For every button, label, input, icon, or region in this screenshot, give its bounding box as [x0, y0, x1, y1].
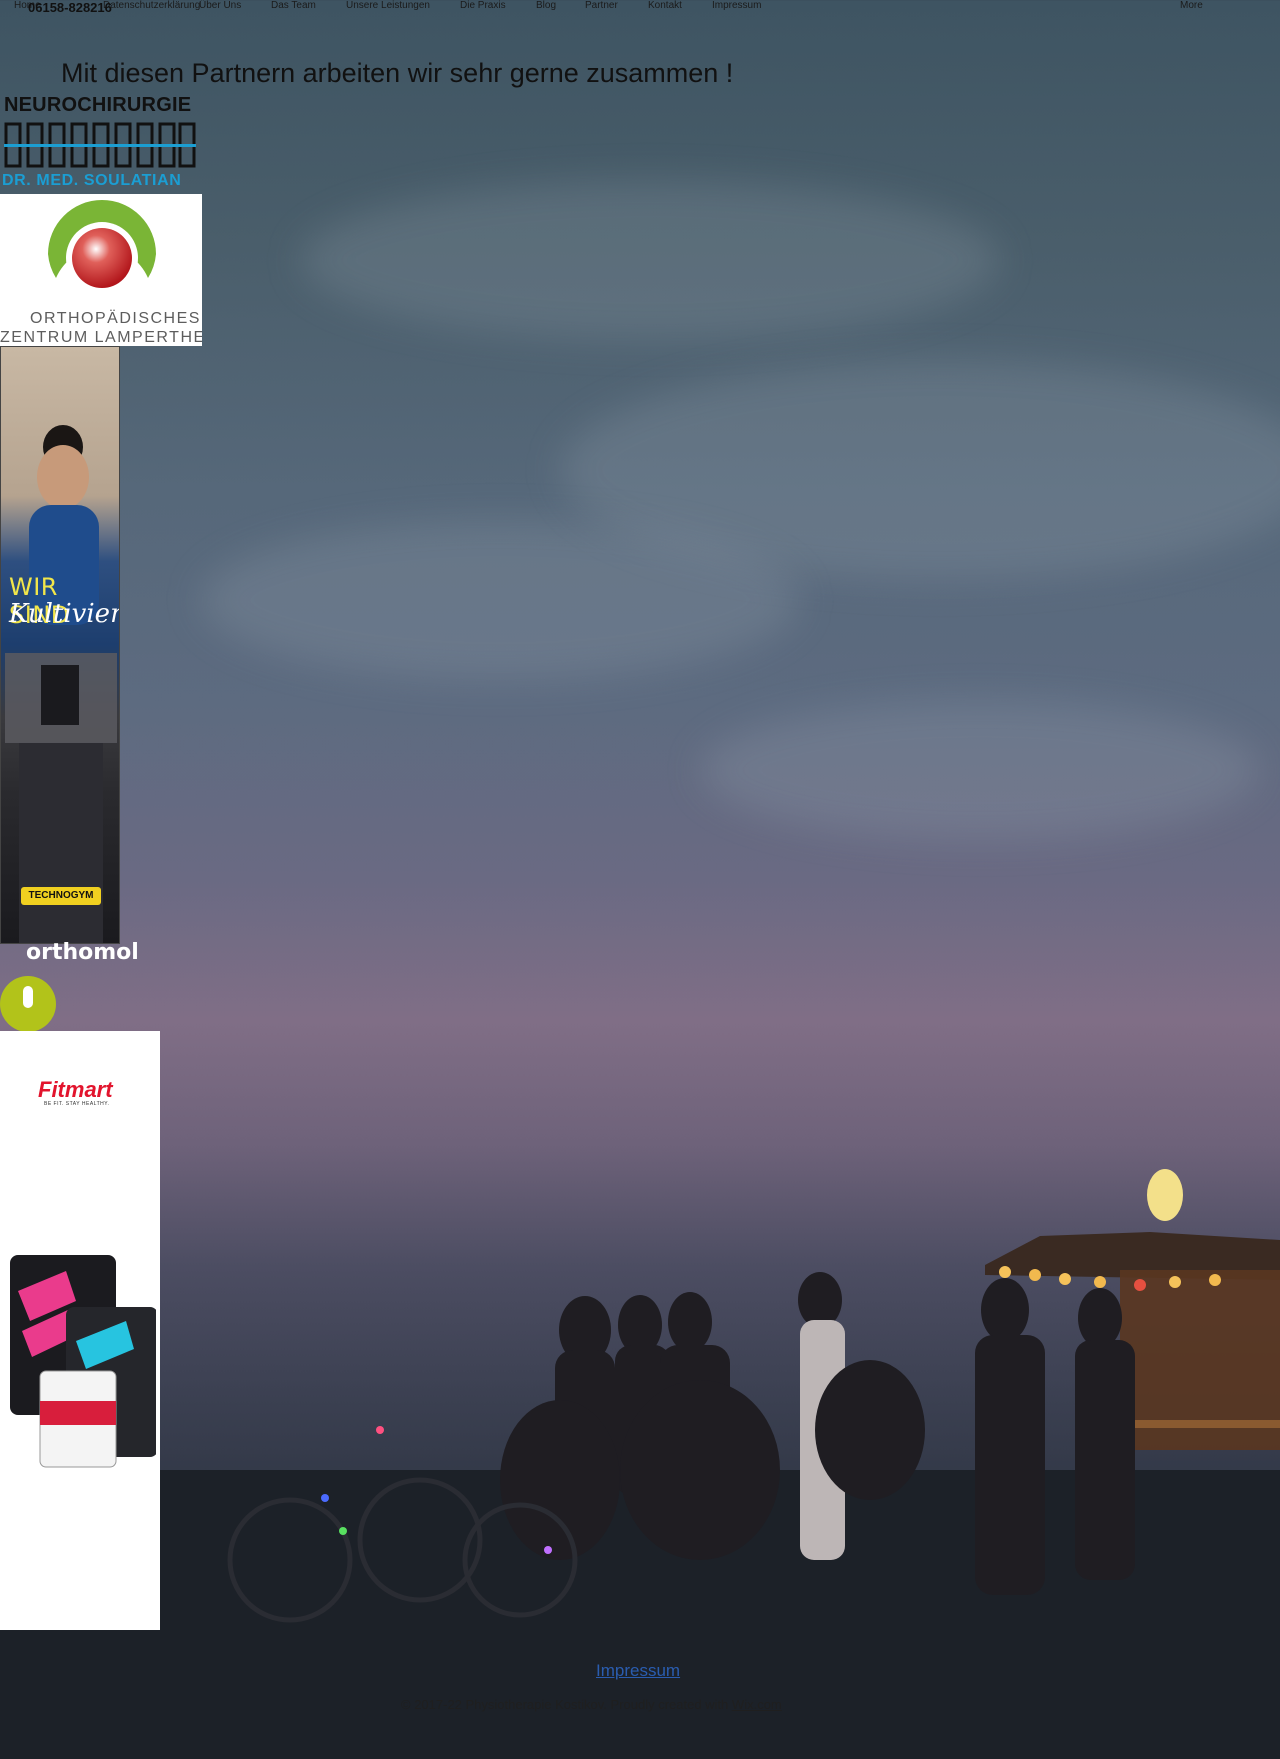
ortho-emblem-icon	[48, 200, 156, 294]
nav-item-ueber-uns[interactable]: Über Uns	[199, 0, 241, 11]
fitmart-products-image	[10, 1255, 156, 1468]
background-cloud	[700, 700, 1260, 840]
phone-number: 06158-828216	[28, 0, 112, 15]
footer-impressum-link[interactable]: Impressum	[596, 1661, 680, 1681]
fitmart-slogan: BE FIT. STAY HEALTHY.	[44, 1101, 110, 1107]
partner-logo-orthopaedisches-zentrum[interactable]: ORTHOPÄDISCHES ZENTRUM LAMPERTHEIM	[0, 194, 202, 346]
partner-logo-neurochirurgie[interactable]: NEUROCHIRURGIE DR. MED. SOULATIAN	[0, 92, 200, 194]
wix-link[interactable]: Wix.com	[732, 1697, 782, 1712]
neuro-bars-graphic	[4, 122, 196, 168]
ortho-line-1: ORTHOPÄDISCHES	[30, 310, 201, 327]
top-navigation: Home Datenschutzerklärung Über Uns Das T…	[0, 0, 1280, 14]
nav-item-datenschutz[interactable]: Datenschutzerklärung	[103, 0, 200, 11]
nav-item-impressum[interactable]: Impressum	[712, 0, 761, 11]
technogym-logo: TECHNOGYM	[21, 887, 101, 905]
copyright-text: © 2017-22 Physiotherapie Kostikov. Proud…	[401, 1697, 729, 1712]
partner-banner-fitmart[interactable]: Fitmart BE FIT. STAY HEALTHY.	[0, 1031, 160, 1630]
nav-item-die-praxis[interactable]: Die Praxis	[460, 0, 506, 11]
technogym-photo	[5, 425, 117, 943]
orthomol-icon	[0, 976, 56, 1032]
background-cloud	[200, 520, 800, 680]
nav-item-blog[interactable]: Blog	[536, 0, 556, 11]
nav-item-more[interactable]: More	[1180, 0, 1203, 11]
nav-item-partner[interactable]: Partner	[585, 0, 618, 11]
nav-item-das-team[interactable]: Das Team	[271, 0, 316, 11]
partner-banner-technogym[interactable]: WIR SIND Kultiviert TECHNOGYM	[0, 346, 120, 944]
neuro-doctor-name: DR. MED. SOULATIAN	[2, 172, 182, 189]
page-title: Mit diesen Partnern arbeiten wir sehr ge…	[61, 58, 734, 88]
footer-copyright: © 2017-22 Physiotherapie Kostikov. Proud…	[401, 1697, 782, 1712]
ortho-line-2: ZENTRUM LAMPERTHEIM	[0, 329, 202, 346]
fitmart-logo: Fitmart	[38, 1077, 113, 1102]
technogym-slogan-line-2: Kultiviert	[9, 599, 119, 629]
partner-logo-orthomol[interactable]: orthomol	[26, 940, 139, 965]
background-cloud	[300, 180, 1000, 340]
nav-item-kontakt[interactable]: Kontakt	[648, 0, 682, 11]
nav-item-leistungen[interactable]: Unsere Leistungen	[346, 0, 430, 11]
neuro-title: NEUROCHIRURGIE	[4, 94, 192, 116]
